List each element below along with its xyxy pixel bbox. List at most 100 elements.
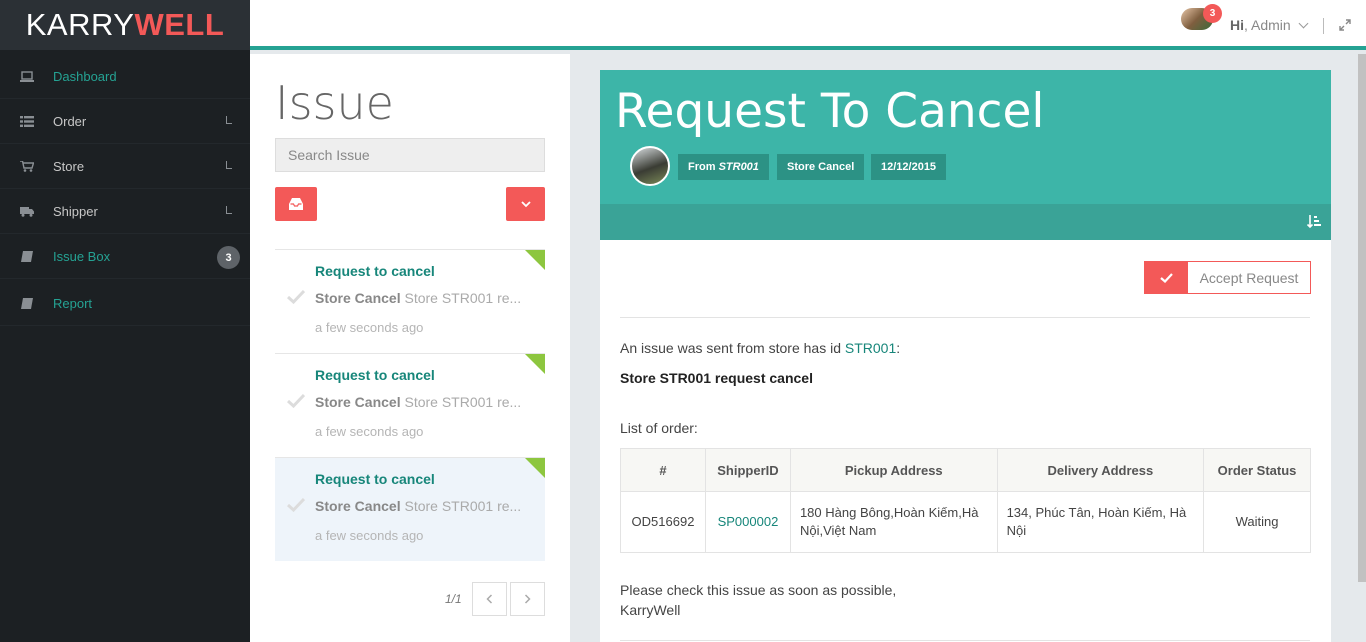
check-icon bbox=[287, 394, 305, 408]
issue-preview-text: Store STR001 re... bbox=[400, 498, 522, 514]
sidebar-item-store[interactable]: Store bbox=[0, 144, 250, 189]
logo-text-part2: WELL bbox=[134, 7, 225, 42]
detail-header: Request To Cancel From STR001 Store Canc… bbox=[600, 70, 1331, 204]
chevron-down-icon bbox=[520, 200, 531, 207]
issue-list-panel: Issue Request to cancel Store Cancel Sto… bbox=[250, 54, 570, 642]
store-link[interactable]: STR001 bbox=[845, 340, 896, 356]
sort-amount-icon[interactable] bbox=[1306, 214, 1322, 230]
greeting: Hi bbox=[1230, 17, 1244, 33]
sidebar-item-label: Store bbox=[53, 158, 85, 174]
shipper-id-link[interactable]: SP000002 bbox=[704, 491, 791, 553]
table-header-row: # ShipperID Pickup Address Delivery Addr… bbox=[620, 448, 1311, 492]
sidebar-item-label: Report bbox=[53, 295, 93, 311]
table-header: Delivery Address bbox=[996, 448, 1205, 492]
accept-request-label: Accept Request bbox=[1199, 269, 1299, 286]
pickup-address-cell: 180 Hàng Bông,Hoàn Kiếm,Hà Nội,Việt Nam bbox=[789, 491, 998, 553]
book-icon bbox=[21, 250, 33, 262]
table-row: OD516692 SP000002 180 Hàng Bông,Hoàn Kiế… bbox=[620, 491, 1311, 553]
sidebar-item-dashboard[interactable]: Dashboard bbox=[0, 54, 250, 99]
expand-icon[interactable] bbox=[1339, 19, 1351, 31]
table-header: ShipperID bbox=[704, 448, 791, 492]
issue-time: a few seconds ago bbox=[315, 424, 424, 439]
issue-type: Store Cancel bbox=[315, 498, 401, 514]
issue-time: a few seconds ago bbox=[315, 528, 424, 543]
issue-time: a few seconds ago bbox=[315, 320, 424, 335]
dropdown-button[interactable] bbox=[506, 187, 545, 221]
chevron-left-icon bbox=[226, 116, 232, 124]
issue-list-item-selected[interactable]: Request to cancel Store Cancel Store STR… bbox=[275, 457, 545, 561]
issue-preview-text: Store STR001 re... bbox=[400, 394, 522, 410]
issue-title: Request to cancel bbox=[315, 263, 435, 279]
list-icon bbox=[20, 115, 34, 127]
closing-line: Please check this issue as soon as possi… bbox=[620, 582, 897, 598]
prev-page-button[interactable] bbox=[472, 582, 507, 616]
avatar bbox=[630, 146, 670, 186]
user-name: , Admin bbox=[1244, 17, 1291, 33]
intro-suffix: : bbox=[896, 340, 901, 356]
intro-label: An issue was sent from store has id bbox=[620, 340, 845, 356]
from-store-id: STR001 bbox=[718, 161, 759, 173]
unread-corner bbox=[525, 250, 545, 270]
search-input[interactable] bbox=[275, 138, 545, 172]
issue-list-item[interactable]: Request to cancel Store Cancel Store STR… bbox=[275, 353, 545, 457]
logo[interactable]: KARRY WELL bbox=[0, 0, 250, 50]
chevron-down-icon[interactable] bbox=[1298, 18, 1309, 29]
sidebar-item-issue-box[interactable]: Issue Box 3 bbox=[0, 234, 250, 279]
type-tag: Store Cancel bbox=[777, 154, 865, 180]
sidebar-item-shipper[interactable]: Shipper bbox=[0, 189, 250, 234]
sidebar-item-order[interactable]: Order bbox=[0, 99, 250, 144]
sidebar-item-label: Shipper bbox=[53, 203, 98, 219]
chevron-left-icon bbox=[226, 206, 232, 214]
issue-preview: Store Cancel Store STR001 re... bbox=[315, 394, 525, 410]
issue-count-badge: 3 bbox=[217, 246, 240, 269]
notification-badge[interactable]: 3 bbox=[1203, 4, 1222, 23]
order-id-cell: OD516692 bbox=[620, 491, 706, 553]
order-list-label: List of order: bbox=[620, 420, 698, 436]
accept-request-button[interactable]: Accept Request bbox=[1144, 261, 1311, 294]
divider bbox=[1323, 18, 1324, 34]
sidebar-item-label: Issue Box bbox=[53, 248, 111, 264]
logo-text-part1: KARRY bbox=[25, 7, 135, 42]
issue-title: Request to cancel bbox=[315, 471, 435, 487]
next-page-button[interactable] bbox=[510, 582, 545, 616]
truck-icon bbox=[20, 206, 34, 217]
cart-icon bbox=[20, 160, 34, 172]
table-header: # bbox=[620, 448, 706, 492]
scrollbar[interactable] bbox=[1358, 54, 1366, 582]
sidebar-item-report[interactable]: Report bbox=[0, 281, 250, 326]
issue-detail-panel: Request To Cancel From STR001 Store Canc… bbox=[600, 70, 1331, 642]
unread-corner bbox=[525, 458, 545, 478]
top-header: 3 Hi, Admin bbox=[250, 0, 1366, 50]
delivery-address-cell: 134, Phúc Tân, Hoàn Kiếm, Hà Nội bbox=[996, 491, 1205, 553]
user-menu[interactable]: Hi, Admin bbox=[1230, 17, 1291, 33]
inbox-button[interactable] bbox=[275, 187, 317, 221]
issue-type: Store Cancel bbox=[315, 290, 401, 306]
chevron-left-icon bbox=[226, 161, 232, 169]
from-label: From bbox=[688, 161, 716, 173]
order-status-cell: Waiting bbox=[1203, 491, 1311, 553]
issue-preview-text: Store STR001 re... bbox=[400, 290, 522, 306]
date-tag: 12/12/2015 bbox=[871, 154, 947, 180]
divider bbox=[620, 317, 1310, 318]
unread-corner bbox=[525, 354, 545, 374]
table-header: Order Status bbox=[1203, 448, 1311, 492]
intro-text: An issue was sent from store has id STR0… bbox=[620, 340, 900, 356]
issue-list-item[interactable]: Request to cancel Store Cancel Store STR… bbox=[275, 249, 545, 353]
order-table: # ShipperID Pickup Address Delivery Addr… bbox=[620, 448, 1311, 553]
from-tag: From STR001 bbox=[678, 154, 769, 180]
chevron-left-icon bbox=[486, 594, 493, 604]
sidebar: KARRY WELL Dashboard Order Store Shipper … bbox=[0, 0, 250, 642]
page-title: Issue bbox=[275, 76, 394, 130]
issue-preview: Store Cancel Store STR001 re... bbox=[315, 290, 525, 306]
sidebar-item-label: Order bbox=[53, 113, 87, 129]
signature: KarryWell bbox=[620, 602, 681, 618]
detail-toolbar bbox=[600, 204, 1331, 240]
inbox-icon bbox=[289, 198, 303, 210]
laptop-icon bbox=[20, 70, 34, 82]
issue-type: Store Cancel bbox=[315, 394, 401, 410]
check-icon bbox=[287, 498, 305, 512]
chevron-right-icon bbox=[524, 594, 531, 604]
issue-headline: Store STR001 request cancel bbox=[620, 370, 813, 386]
sidebar-item-label: Dashboard bbox=[53, 68, 117, 84]
detail-title: Request To Cancel bbox=[615, 84, 1045, 139]
